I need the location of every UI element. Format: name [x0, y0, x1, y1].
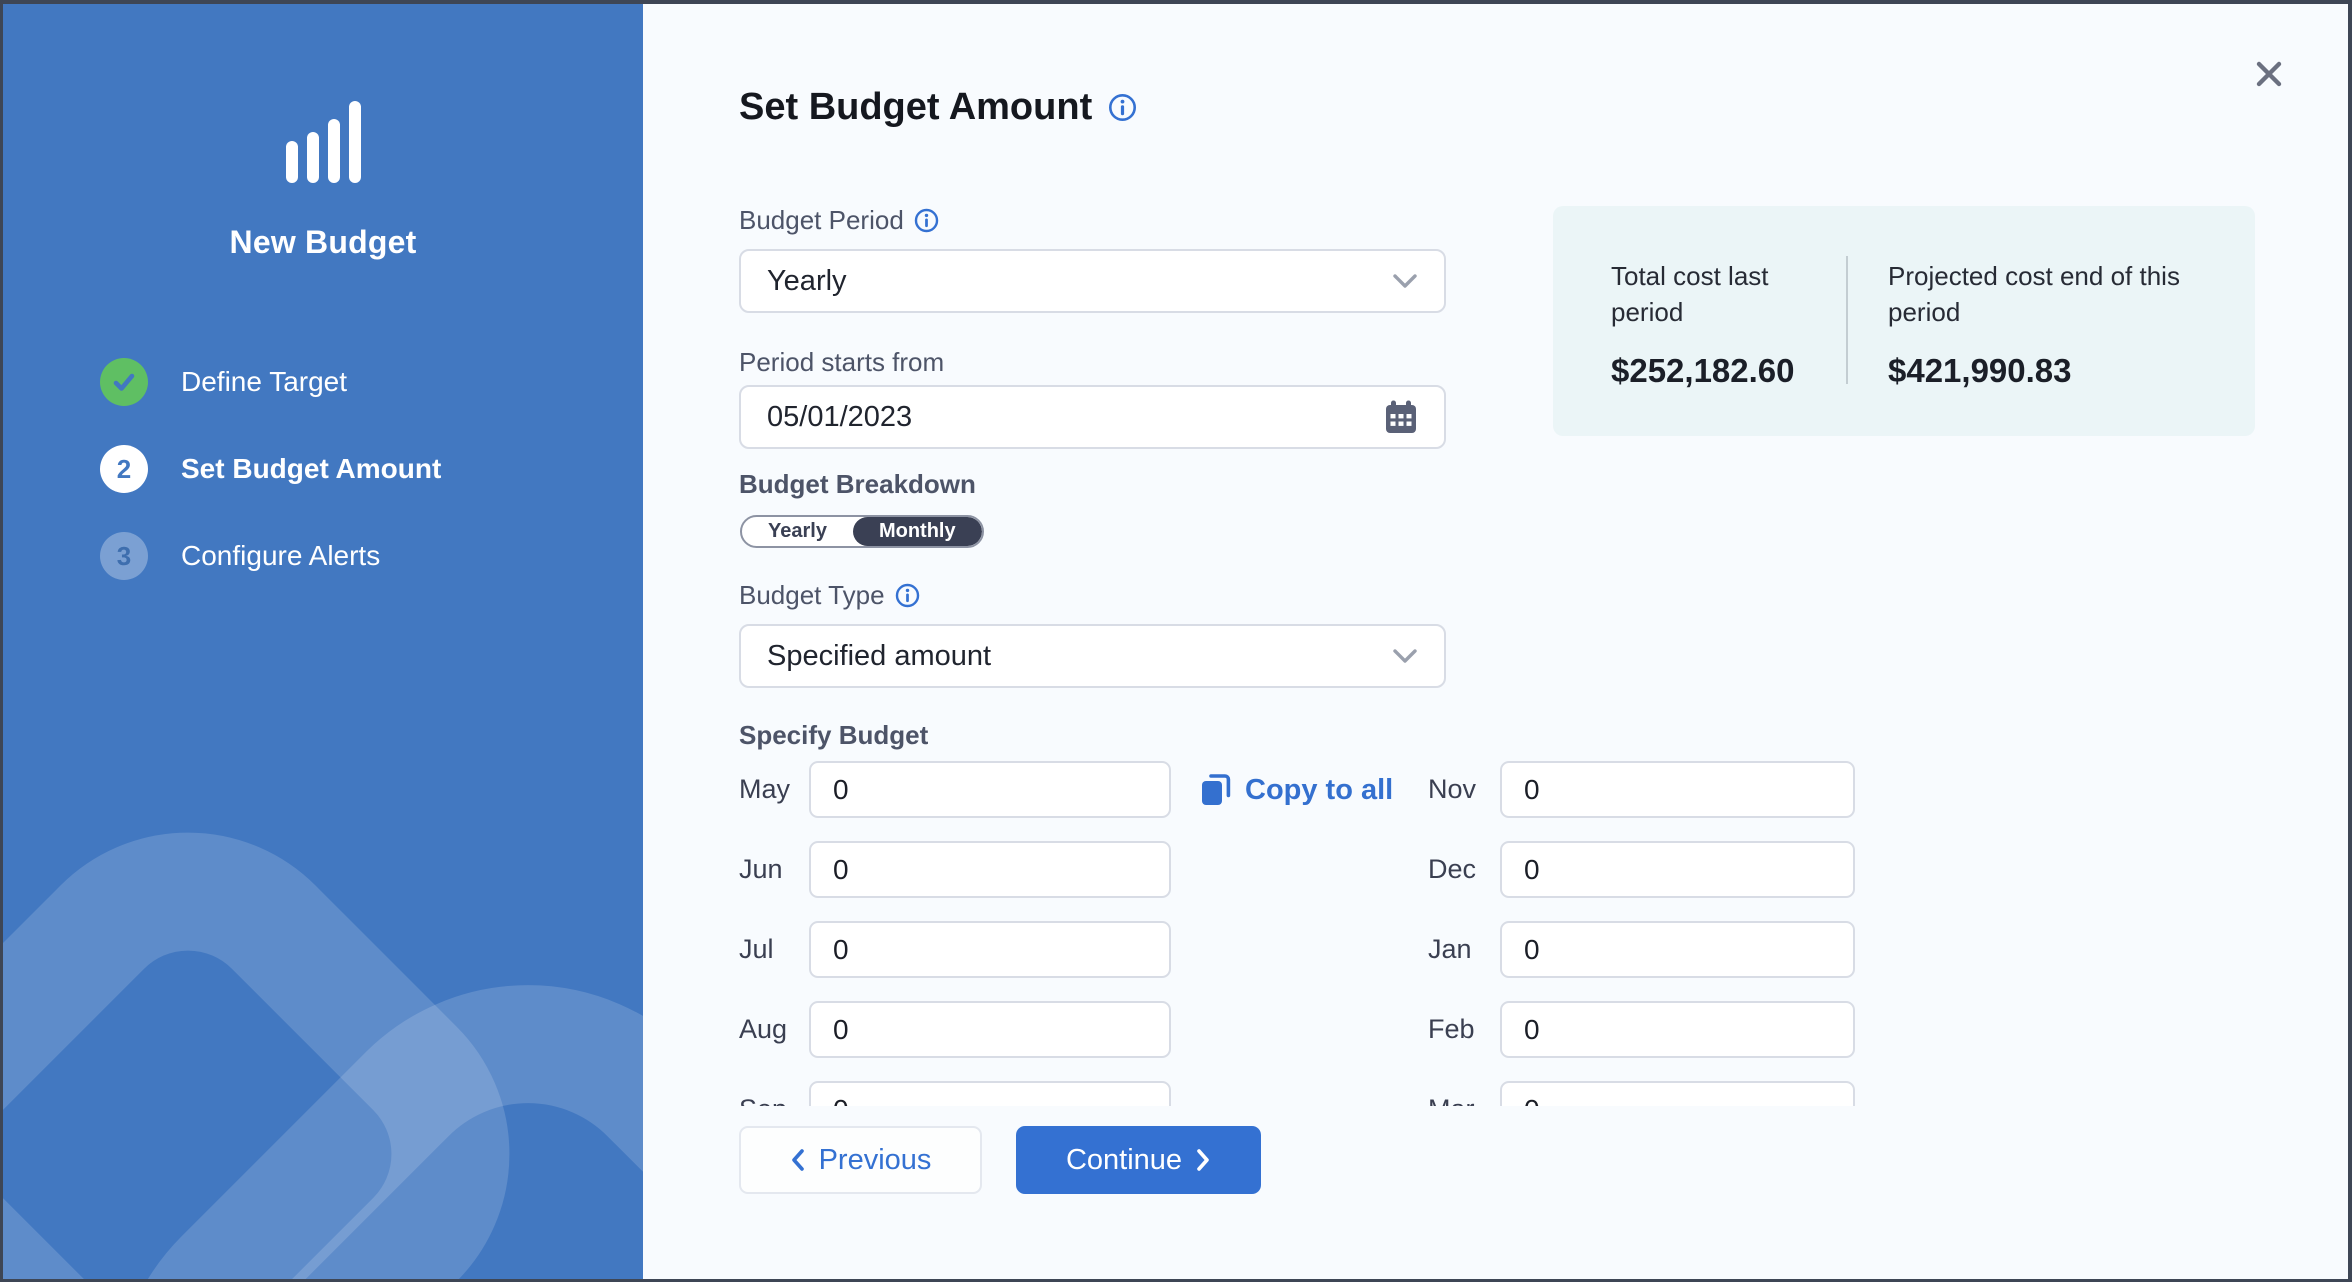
copy-to-all-button[interactable]: Copy to all [1199, 766, 1393, 814]
chevron-down-icon [1392, 273, 1418, 289]
budget-breakdown-label: Budget Breakdown [739, 469, 976, 500]
step-set-budget-amount[interactable]: 2 Set Budget Amount [100, 445, 441, 493]
step-define-target[interactable]: Define Target [100, 358, 441, 406]
month-row: Jun [739, 841, 1171, 898]
set-budget-amount-panel: Set Budget Amount Budget Period Yearly P… [643, 4, 2351, 1279]
wizard-sidebar: New Budget Define Target 2 Set Budget Am… [3, 4, 643, 1279]
period-start-date-input[interactable] [767, 401, 1384, 434]
summary-label: Total cost last period [1611, 258, 1811, 330]
period-starts-label: Period starts from [739, 347, 944, 378]
chevron-right-icon [1196, 1148, 1211, 1172]
total-cost-last-period: Total cost last period $252,182.60 [1611, 258, 1811, 390]
toggle-option-monthly[interactable]: Monthly [853, 517, 982, 546]
month-label: May [739, 774, 809, 805]
step-configure-alerts[interactable]: 3 Configure Alerts [100, 532, 441, 580]
chevron-down-icon [1392, 648, 1418, 664]
copy-to-all-label: Copy to all [1245, 774, 1393, 807]
continue-label: Continue [1066, 1144, 1182, 1177]
projected-cost-this-period: Projected cost end of this period $421,9… [1888, 258, 2208, 390]
step-label: Set Budget Amount [181, 453, 441, 485]
info-icon[interactable] [895, 583, 920, 608]
budget-period-label-text: Budget Period [739, 205, 904, 236]
budget-type-label: Budget Type [739, 580, 920, 611]
step-label: Configure Alerts [181, 540, 380, 572]
step-label: Define Target [181, 366, 347, 398]
specify-budget-label: Specify Budget [739, 720, 928, 751]
month-label: Aug [739, 1014, 809, 1045]
month-amount-input[interactable] [1500, 921, 1855, 978]
month-row: Jul [739, 921, 1171, 978]
budget-type-value: Specified amount [767, 640, 1392, 673]
continue-button[interactable]: Continue [1016, 1126, 1261, 1194]
month-row: Dec [1428, 841, 1855, 898]
month-amount-input[interactable] [809, 841, 1171, 898]
copy-icon [1199, 771, 1233, 809]
month-amount-input[interactable] [1500, 761, 1855, 818]
wizard-steps: Define Target 2 Set Budget Amount 3 Conf… [100, 358, 441, 580]
summary-value: $252,182.60 [1611, 352, 1811, 390]
budget-breakdown-label-text: Budget Breakdown [739, 469, 976, 500]
month-amount-input[interactable] [809, 1001, 1171, 1058]
month-label: Mar [1428, 1094, 1500, 1106]
month-row: Aug [739, 1001, 1171, 1058]
month-label: Jan [1428, 934, 1500, 965]
month-label: Nov [1428, 774, 1500, 805]
toggle-option-yearly[interactable]: Yearly [742, 517, 853, 546]
step-number-badge: 2 [100, 445, 148, 493]
page-title-text: Set Budget Amount [739, 86, 1092, 129]
specify-budget-label-text: Specify Budget [739, 720, 928, 751]
budget-breakdown-toggle: Yearly Monthly [740, 515, 984, 548]
bar-chart-logo-icon [286, 99, 366, 183]
close-icon[interactable] [2245, 50, 2293, 98]
info-icon[interactable] [1108, 93, 1137, 122]
calendar-icon[interactable] [1384, 399, 1418, 435]
budget-period-label: Budget Period [739, 205, 939, 236]
info-icon[interactable] [914, 208, 939, 233]
month-amount-input[interactable] [1500, 1001, 1855, 1058]
budget-type-select[interactable]: Specified amount [739, 624, 1446, 688]
previous-button[interactable]: Previous [739, 1126, 982, 1194]
month-row: May [739, 761, 1171, 818]
month-label: Jul [739, 934, 809, 965]
check-icon [100, 358, 148, 406]
summary-value: $421,990.83 [1888, 352, 2208, 390]
wizard-title: New Budget [3, 224, 643, 261]
month-row: Feb [1428, 1001, 1855, 1058]
budget-period-select[interactable]: Yearly [739, 249, 1446, 313]
month-row: Mar [1428, 1081, 1855, 1106]
previous-label: Previous [819, 1144, 932, 1177]
page-title: Set Budget Amount [739, 86, 1137, 129]
month-row: Nov [1428, 761, 1855, 818]
month-label: Sep [739, 1094, 809, 1106]
month-label: Feb [1428, 1014, 1500, 1045]
month-row: Sep [739, 1081, 1171, 1106]
summary-label: Projected cost end of this period [1888, 258, 2208, 330]
period-starts-label-text: Period starts from [739, 347, 944, 378]
cost-summary-card: Total cost last period $252,182.60 Proje… [1553, 206, 2255, 436]
month-amount-input[interactable] [1500, 1081, 1855, 1106]
month-amount-input[interactable] [1500, 841, 1855, 898]
chevron-left-icon [790, 1148, 805, 1172]
budget-period-value: Yearly [767, 265, 1392, 298]
month-amount-input[interactable] [809, 921, 1171, 978]
period-start-date-field [739, 385, 1446, 449]
month-amount-input[interactable] [809, 761, 1171, 818]
monthly-budget-grid: May Jun Jul Aug Sep [739, 752, 1879, 1106]
month-amount-input[interactable] [809, 1081, 1171, 1106]
summary-divider [1846, 256, 1848, 384]
budget-type-label-text: Budget Type [739, 580, 885, 611]
month-label: Dec [1428, 854, 1500, 885]
new-budget-modal: New Budget Define Target 2 Set Budget Am… [0, 0, 2352, 1282]
month-label: Jun [739, 854, 809, 885]
step-number-badge: 3 [100, 532, 148, 580]
month-row: Jan [1428, 921, 1855, 978]
